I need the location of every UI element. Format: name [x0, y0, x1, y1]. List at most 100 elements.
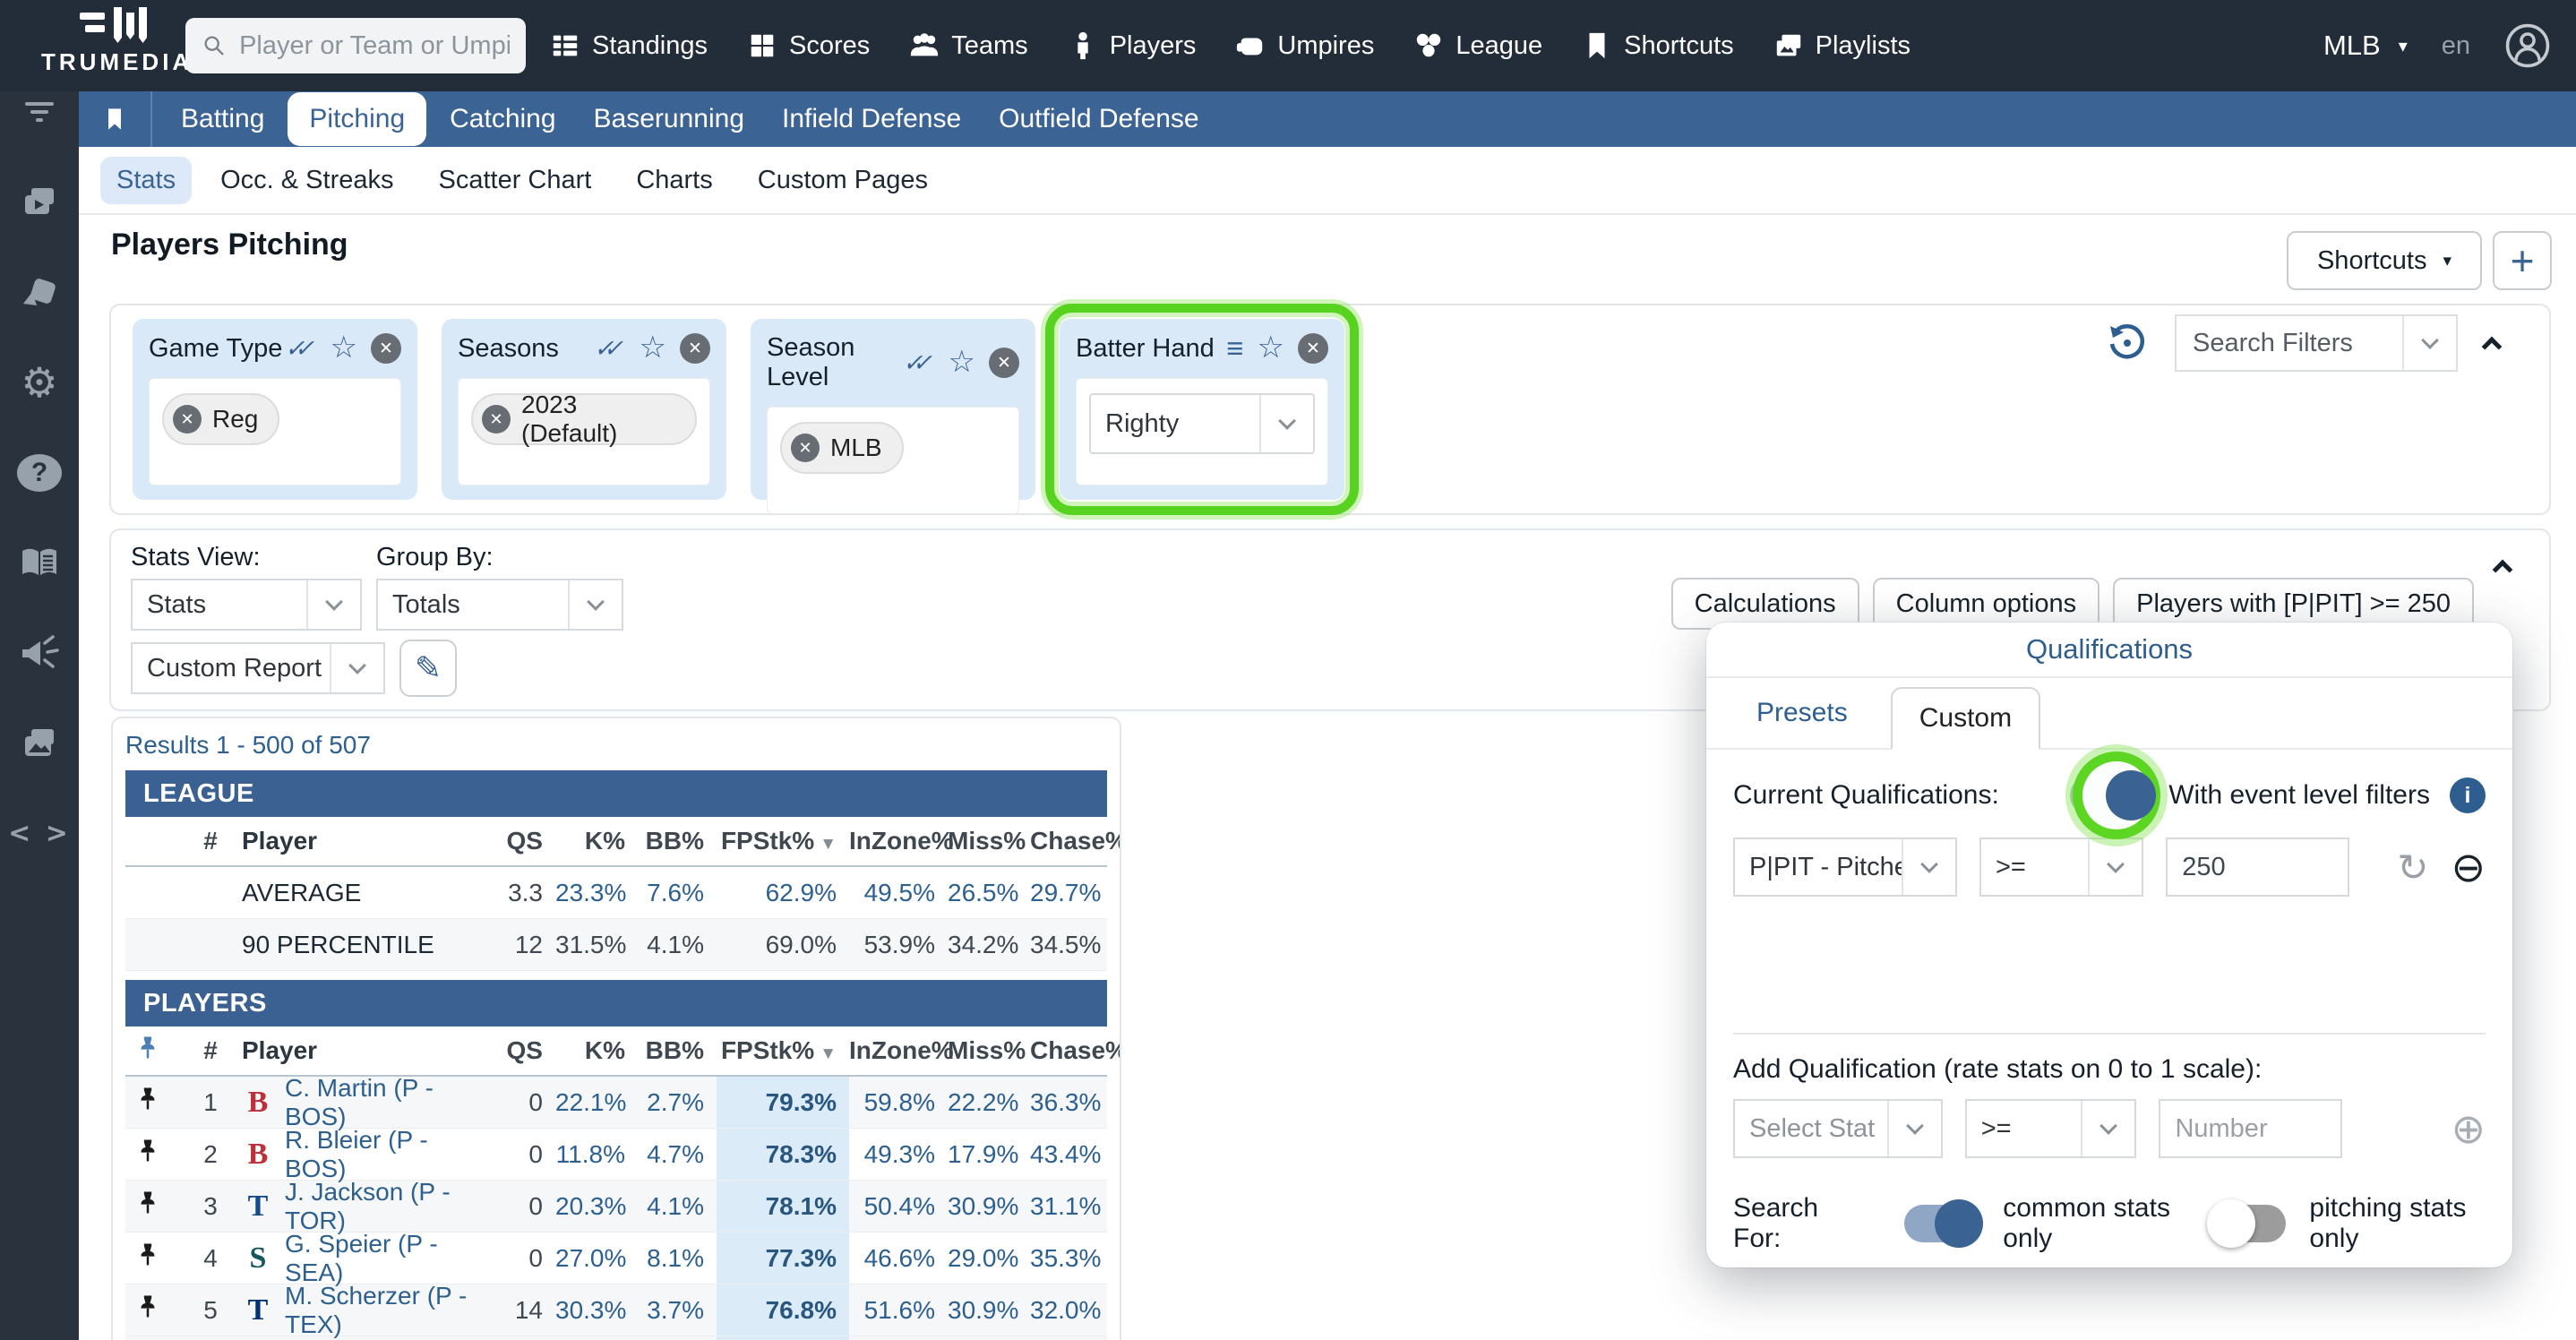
topnav-players[interactable]: Players — [1068, 30, 1196, 61]
column-header-inzone[interactable]: InZone% — [849, 1036, 954, 1065]
tab-presets[interactable]: Presets — [1756, 698, 1848, 748]
view-tab-occ-streaks[interactable]: Occ. & Streaks — [204, 157, 409, 204]
topnav-standings[interactable]: Standings — [550, 30, 708, 61]
favorite-star-icon[interactable]: ☆ — [640, 332, 666, 363]
filter-chip[interactable]: ✕ MLB — [780, 422, 904, 474]
stat-value[interactable]: 76.8% — [717, 1284, 849, 1336]
qualification-stat-select[interactable]: P|PIT - Pitches (... — [1733, 838, 1957, 897]
topnav-scores[interactable]: Scores — [747, 30, 870, 61]
favorite-star-icon[interactable]: ☆ — [949, 347, 975, 377]
add-stat-select[interactable]: Select Stat — [1733, 1099, 1943, 1158]
pin-icon[interactable] — [134, 1293, 161, 1320]
stat-value[interactable]: 59.8% — [849, 1088, 948, 1117]
stat-value[interactable]: 30.3% — [555, 1296, 638, 1325]
filter-history-icon[interactable] — [2107, 322, 2148, 364]
sidebar-item-help[interactable]: ? — [0, 448, 79, 498]
qualification-operator-select[interactable]: >= — [1979, 838, 2144, 897]
shortcuts-dropdown-button[interactable]: Shortcuts ▾ — [2287, 231, 2482, 290]
favorite-star-icon[interactable]: ☆ — [1258, 332, 1284, 363]
stat-value[interactable]: 27.0% — [555, 1244, 638, 1273]
bookmark-icon[interactable] — [79, 105, 150, 133]
sport-tab-baserunning[interactable]: Baserunning — [580, 91, 759, 147]
stat-value[interactable]: 4.7% — [638, 1140, 717, 1169]
player-name-link[interactable]: G. Speier (P - SEA) — [285, 1230, 493, 1287]
column-header-qs[interactable]: QS — [493, 827, 555, 855]
stat-value[interactable]: 43.4% — [1030, 1140, 1112, 1169]
stat-value[interactable]: 7.6% — [638, 879, 717, 907]
remove-chip-icon[interactable]: ✕ — [173, 405, 202, 434]
sidebar-item-filter[interactable] — [0, 86, 79, 136]
filter-chip[interactable]: ✕ 2023 (Default) — [471, 391, 697, 447]
select-all-check-icon[interactable]: ✓✓ — [592, 335, 619, 363]
stat-value[interactable]: 31.1% — [1030, 1192, 1112, 1221]
stat-value[interactable]: 30.9% — [948, 1192, 1030, 1221]
stat-value[interactable]: 49.3% — [849, 1140, 948, 1169]
stat-value[interactable]: 23.3% — [555, 879, 638, 907]
column-header-rank[interactable]: # — [179, 827, 242, 855]
view-tab-stats[interactable]: Stats — [100, 156, 193, 204]
stat-value[interactable]: 3.7% — [638, 1296, 717, 1325]
topnav-shortcuts[interactable]: Shortcuts — [1582, 30, 1734, 61]
pin-cell[interactable] — [125, 1293, 179, 1327]
remove-chip-icon[interactable]: ✕ — [482, 405, 511, 434]
add-operator-select[interactable]: >= — [1964, 1099, 2137, 1158]
stat-value[interactable]: 29.7% — [1030, 879, 1112, 907]
column-header-fpstk[interactable]: FPStk% ▼ — [717, 827, 849, 855]
select-all-check-icon[interactable]: ✓✓ — [283, 335, 310, 363]
stat-value[interactable]: 51.6% — [849, 1296, 948, 1325]
remove-filter-icon[interactable]: ✕ — [1298, 333, 1328, 364]
sidebar-item-video-library[interactable] — [0, 176, 79, 227]
stat-value[interactable]: 4.1% — [638, 1192, 717, 1221]
stat-value[interactable]: 20.3% — [555, 1192, 638, 1221]
column-header-chase[interactable]: Chase% — [1030, 827, 1120, 855]
sport-tab-batting[interactable]: Batting — [167, 91, 279, 147]
stat-value[interactable]: 32.0% — [1030, 1296, 1112, 1325]
player-name-link[interactable]: C. Martin (P - BOS) — [285, 1074, 493, 1131]
stat-value[interactable]: 79.3% — [717, 1077, 849, 1128]
stat-value[interactable]: 2.7% — [638, 1088, 717, 1117]
column-header-qs[interactable]: QS — [493, 1036, 555, 1065]
collapse-filters-icon[interactable] — [2481, 336, 2503, 357]
column-header-miss[interactable]: Miss% — [948, 1036, 1030, 1065]
search-filters-select[interactable]: Search Filters — [2175, 314, 2458, 372]
topnav-league[interactable]: League — [1413, 30, 1542, 61]
search-input[interactable] — [239, 30, 510, 61]
stat-value[interactable]: 50.4% — [849, 1192, 948, 1221]
sidebar-item-settings-gear[interactable]: ⚙ — [0, 357, 79, 408]
sport-tab-pitching[interactable]: Pitching — [288, 92, 427, 146]
stat-value[interactable]: 17.9% — [948, 1140, 1030, 1169]
player-cell[interactable]: B R. Bleier (P - BOS) — [242, 1126, 493, 1183]
filter-chip[interactable]: ✕ Reg — [162, 393, 280, 445]
sidebar-item-glossary-book[interactable] — [0, 537, 79, 588]
sidebar-item-embed-code[interactable]: < > — [0, 809, 79, 859]
column-header-player[interactable]: Player — [242, 1036, 493, 1065]
player-cell[interactable]: B C. Martin (P - BOS) — [242, 1074, 493, 1131]
view-tab-custom-pages[interactable]: Custom Pages — [742, 157, 944, 204]
column-header-miss[interactable]: Miss% — [948, 827, 1030, 855]
batter-hand-select[interactable]: Righty — [1089, 393, 1315, 454]
view-tab-scatter-chart[interactable]: Scatter Chart — [422, 157, 607, 204]
stat-value[interactable]: 22.1% — [555, 1088, 638, 1117]
column-header-rank[interactable]: # — [179, 1036, 242, 1065]
remove-filter-icon[interactable]: ✕ — [371, 333, 401, 364]
topnav-umpires[interactable]: Umpires — [1235, 30, 1374, 61]
edit-report-button[interactable]: ✎ — [399, 640, 457, 697]
pin-icon[interactable] — [134, 1138, 161, 1164]
pin-icon[interactable] — [134, 1241, 161, 1268]
column-header-bb[interactable]: BB% — [638, 827, 717, 855]
player-cell[interactable]: T J. Jackson (P - TOR) — [242, 1178, 493, 1235]
pin-cell[interactable] — [125, 1086, 179, 1119]
stat-value[interactable]: 49.5% — [849, 879, 948, 907]
event-level-filters-toggle[interactable] — [2070, 761, 2157, 829]
pin-cell[interactable] — [125, 1241, 179, 1275]
remove-chip-icon[interactable]: ✕ — [791, 434, 820, 462]
column-header-k[interactable]: K% — [555, 1036, 638, 1065]
custom-report-select[interactable]: Custom Report (me) — [131, 642, 385, 694]
tab-custom[interactable]: Custom — [1890, 687, 2041, 750]
language-indicator[interactable]: en — [2442, 31, 2470, 61]
stat-value[interactable]: 22.2% — [948, 1088, 1030, 1117]
column-header-fpstk[interactable]: FPStk% ▼ — [717, 1036, 849, 1065]
collapse-controls-icon[interactable] — [2492, 559, 2513, 580]
sidebar-item-field[interactable] — [0, 269, 79, 319]
topnav-playlists[interactable]: Playlists — [1773, 30, 1911, 61]
